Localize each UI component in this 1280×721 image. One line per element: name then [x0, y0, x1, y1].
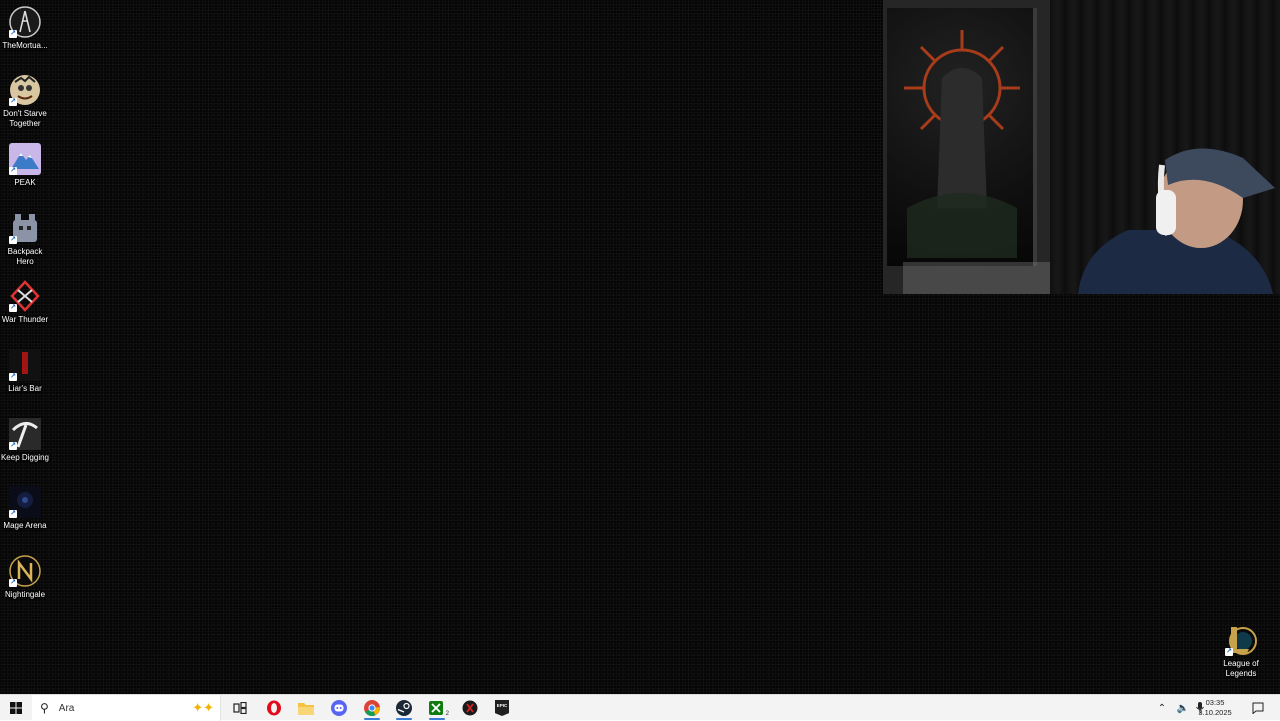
- taskbar-red-app[interactable]: [454, 695, 486, 721]
- taskbar-discord[interactable]: [323, 695, 355, 721]
- start-button[interactable]: [0, 695, 32, 721]
- desktop-icon-label: Backpack Hero: [7, 247, 43, 266]
- backpack-hero-icon: ↗: [9, 212, 41, 244]
- dont-starve-together-icon: ↗: [9, 74, 41, 106]
- nightingale-icon: ↗: [9, 555, 41, 587]
- desktop-icon-peak[interactable]: ↗ PEAK: [0, 143, 50, 188]
- desktop-icon-league-of-legends[interactable]: ↗ League of Legends: [1216, 624, 1266, 679]
- chevron-up-icon: ⌃: [1157, 702, 1167, 714]
- mage-arena-icon: ↗: [9, 486, 41, 518]
- discord-icon: [331, 700, 347, 716]
- taskbar-xbox[interactable]: 2: [421, 695, 453, 721]
- tray-notifications[interactable]: [1246, 695, 1270, 721]
- taskbar-epic-games[interactable]: EPIC: [486, 695, 518, 721]
- copilot-sparkle-icon: ✦✦: [192, 700, 214, 715]
- search-box[interactable]: ⚲ Ara ✦✦: [32, 695, 221, 721]
- mortuary-assistant-icon: ↗: [9, 6, 41, 38]
- keep-digging-icon: ↗: [9, 418, 41, 450]
- desktop-icon-label: Mage Arena: [3, 521, 47, 530]
- desktop-icon-mortuary[interactable]: ↗ TheMortua...: [0, 6, 50, 51]
- desktop-icon-war-thunder[interactable]: ↗ War Thunder: [0, 280, 50, 325]
- desktop-icon-backpack-hero[interactable]: ↗ Backpack Hero: [0, 212, 50, 267]
- desktop-icon-label: PEAK: [14, 178, 36, 187]
- folder-icon: [298, 703, 314, 715]
- webcam-overlay: [883, 0, 1280, 294]
- notification-icon: [1252, 702, 1264, 714]
- war-thunder-icon: ↗: [9, 280, 41, 312]
- desktop-icon-mage-arena[interactable]: ↗ Mage Arena: [0, 486, 50, 531]
- windows-icon: [10, 702, 22, 714]
- opera-icon: [267, 700, 281, 716]
- peak-icon: ↗: [9, 143, 41, 175]
- desktop-icon-label: TheMortua...: [2, 41, 48, 50]
- desktop-icon-label: Nightingale: [4, 590, 46, 599]
- xbox-badge: 2: [445, 711, 449, 717]
- red-app-icon: [462, 700, 478, 716]
- speaker-icon: 🔈: [1176, 702, 1190, 714]
- desktop-icon-label: Liar's Bar: [8, 384, 42, 393]
- clock-time: 03:35: [1205, 698, 1225, 707]
- liars-bar-icon: ↗: [9, 349, 41, 381]
- tray-overflow-chevron[interactable]: ⌃: [1152, 695, 1172, 721]
- xbox-icon: [429, 701, 443, 715]
- desktop-icon-nightingale[interactable]: ↗ Nightingale: [0, 555, 50, 600]
- desktop-icon-label: Keep Digging: [0, 453, 50, 462]
- steam-icon: [396, 700, 412, 716]
- taskbar-task-view[interactable]: [224, 695, 256, 721]
- chrome-icon: [364, 700, 380, 716]
- clock-date: 3.10.2025: [1198, 708, 1232, 717]
- search-placeholder: Ara: [58, 702, 75, 714]
- desktop-icon-label: War Thunder: [1, 315, 49, 324]
- taskbar-file-explorer[interactable]: [290, 695, 322, 721]
- task-view-icon: [233, 702, 247, 714]
- desktop[interactable]: ↗ TheMortua... ↗ Don't Starve Together ↗…: [0, 0, 1280, 694]
- desktop-icon-label: League of Legends: [1223, 659, 1259, 678]
- desktop-icon-keep-digging[interactable]: ↗ Keep Digging: [0, 418, 50, 463]
- tray-clock[interactable]: 03:35 3.10.2025: [1190, 695, 1240, 721]
- webcam-person: [1078, 148, 1275, 294]
- desktop-icon-label: Don't Starve Together: [3, 109, 47, 128]
- league-of-legends-icon: ↗: [1225, 624, 1257, 656]
- epic-games-icon: EPIC: [495, 700, 509, 716]
- search-icon: ⚲: [40, 701, 49, 715]
- taskbar-steam[interactable]: [388, 695, 420, 721]
- desktop-icon-dont-starve[interactable]: ↗ Don't Starve Together: [0, 74, 50, 129]
- desktop-icon-liars-bar[interactable]: ↗ Liar's Bar: [0, 349, 50, 394]
- taskbar-chrome[interactable]: [356, 695, 388, 721]
- taskbar-opera[interactable]: [258, 695, 290, 721]
- taskbar: ⚲ Ara ✦✦ 2 EPIC ⌃ 🔈 03:35 3.10.2025: [0, 694, 1280, 721]
